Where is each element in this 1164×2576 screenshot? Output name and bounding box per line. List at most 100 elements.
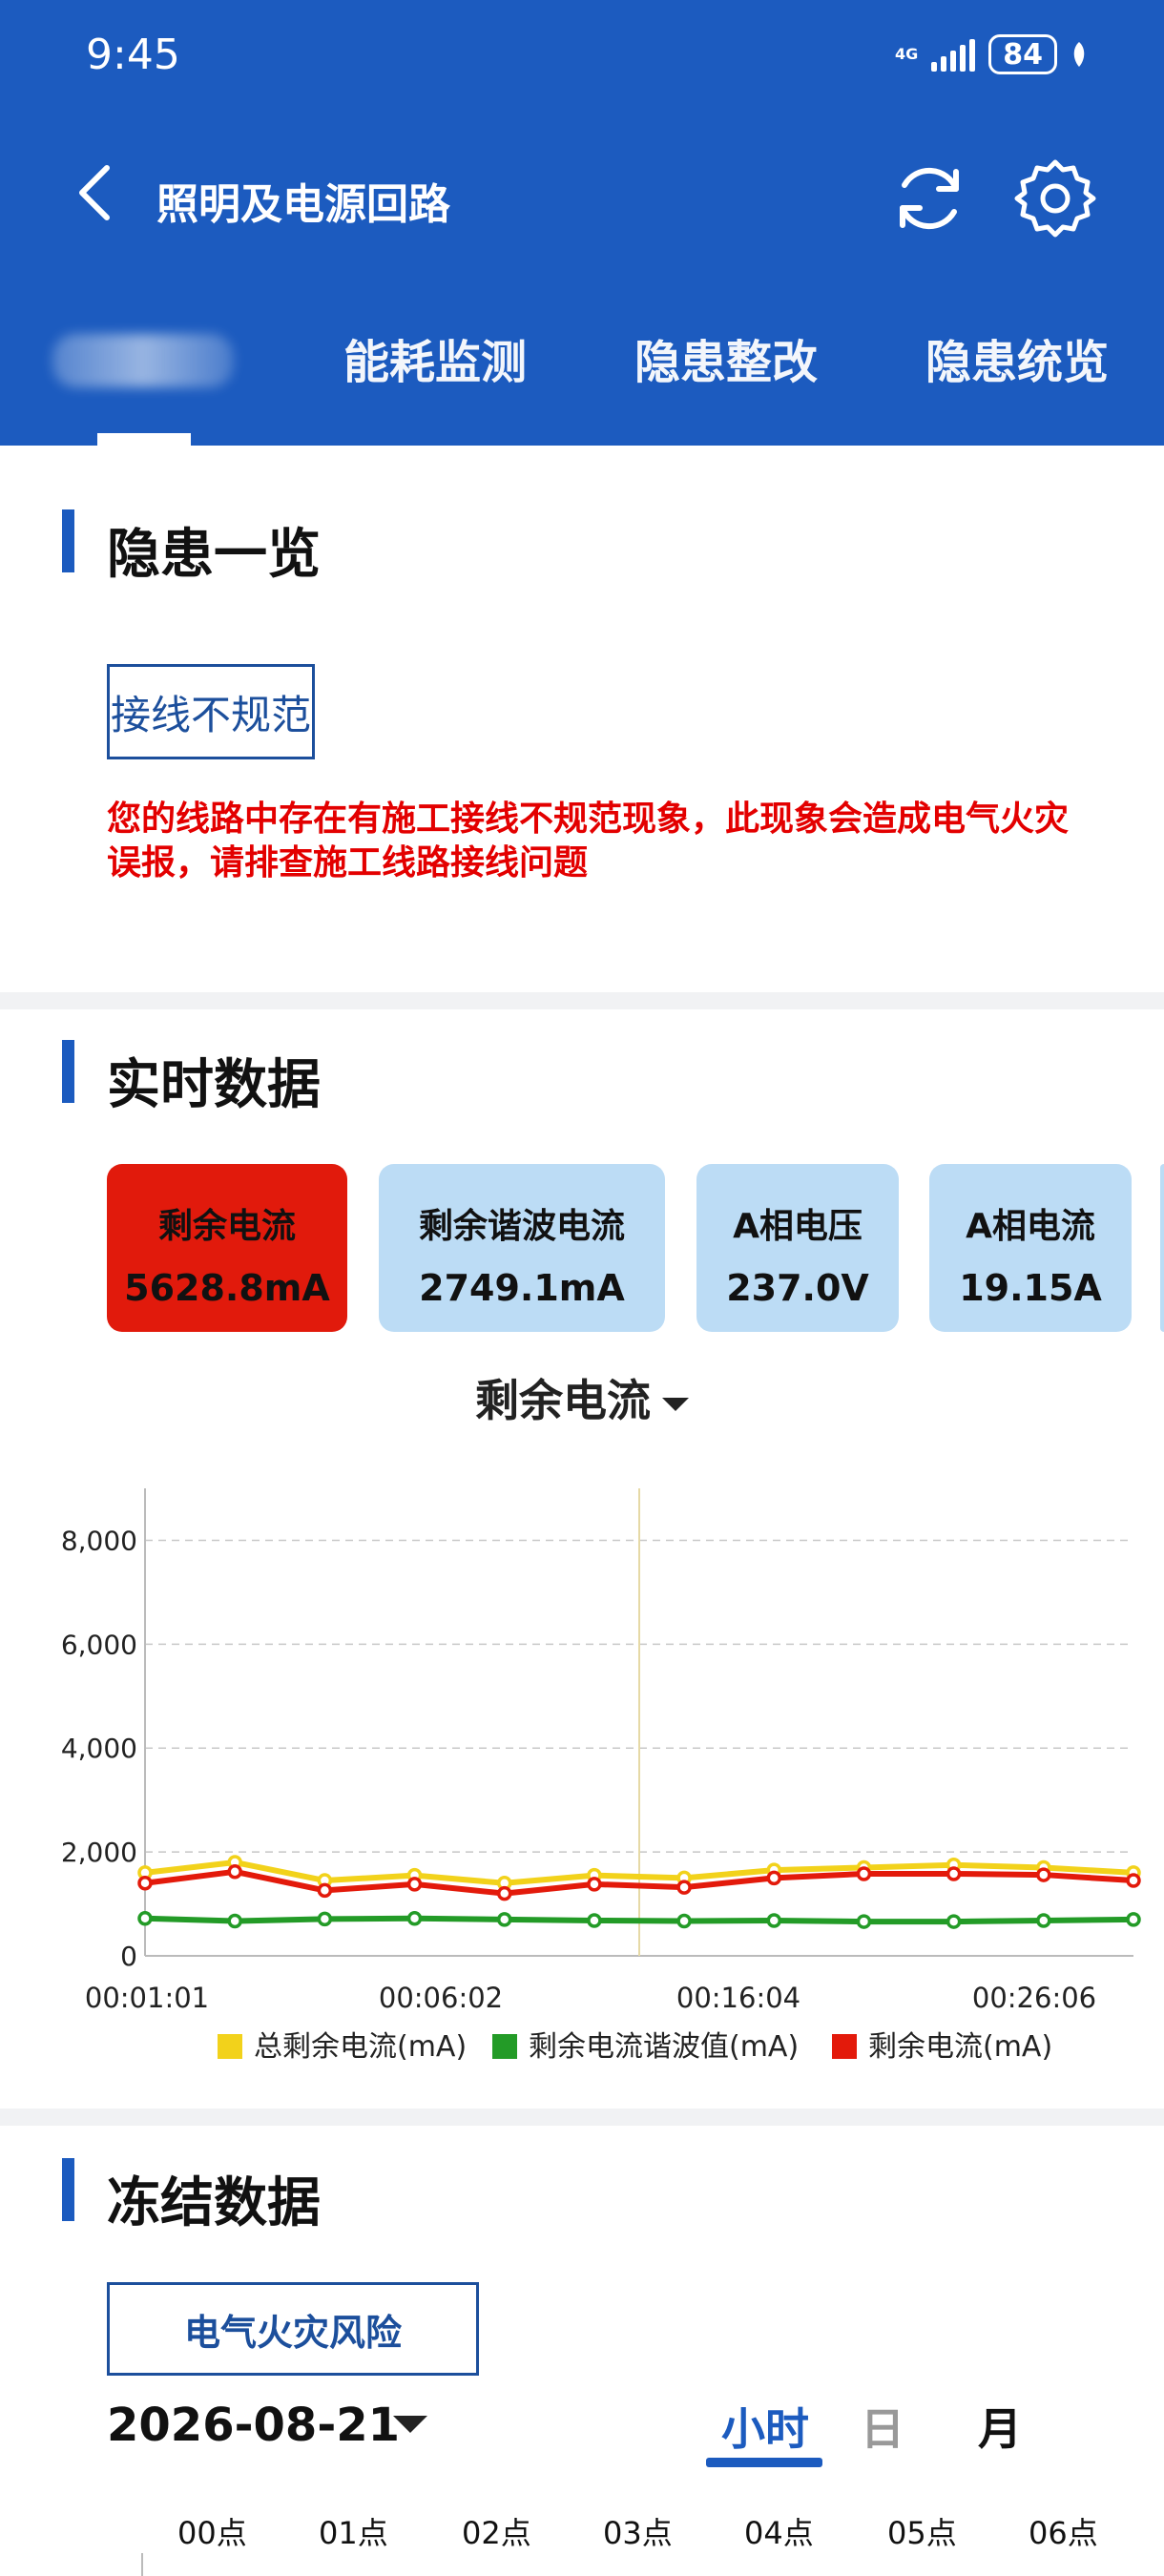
series-line — [144, 1915, 1134, 1925]
hour-label: 00点 — [177, 2515, 247, 2551]
x-tick-label: 00:16:04 — [676, 1982, 800, 2014]
y-tick-label: 6,000 — [61, 1629, 137, 1660]
x-tick-label: 00:26:06 — [972, 1982, 1096, 2014]
hazard-tag-button[interactable]: 接线不规范 — [107, 664, 315, 759]
tab-hazard-rectification[interactable]: 隐患整改 — [634, 324, 818, 391]
data-point — [946, 1914, 962, 1929]
data-point — [496, 1885, 512, 1901]
hazard-warning-line: 误报，请排查施工线路接线问题 — [107, 843, 589, 883]
section-divider — [0, 992, 1164, 1009]
data-point — [1036, 1867, 1051, 1882]
data-point — [496, 1912, 512, 1927]
period-tab-indicator — [706, 2458, 822, 2467]
period-tab-day[interactable]: 日 — [861, 2395, 904, 2458]
date-picker[interactable]: 2026-08-21 — [107, 2399, 400, 2452]
frozen-title: 冻结数据 — [107, 2172, 321, 2234]
signal-icon — [931, 37, 976, 72]
status-time: 9:45 — [86, 31, 180, 79]
legend-swatch — [218, 2034, 242, 2059]
status-bar-icons: 4G 84 — [895, 34, 1088, 74]
data-point — [856, 1914, 872, 1929]
data-point — [317, 1911, 333, 1927]
metric-value: 5628.8mA — [124, 1267, 330, 1309]
data-point — [227, 1913, 242, 1929]
metric-selector-dropdown[interactable]: 剩余电流 — [0, 1366, 1164, 1429]
section-divider — [0, 2109, 1164, 2126]
data-point — [406, 1911, 423, 1926]
data-point — [676, 1880, 692, 1895]
leaf-icon — [1073, 42, 1085, 67]
data-point — [1126, 1873, 1141, 1888]
legend-swatch — [832, 2034, 857, 2059]
tab-energy-monitoring[interactable]: 能耗监测 — [343, 324, 527, 391]
metric-card-phase-a-voltage[interactable]: A相电压 237.0V — [696, 1164, 899, 1332]
data-point — [1036, 1913, 1051, 1928]
page-title: 照明及电源回路 — [156, 180, 450, 229]
metric-card-overflow-hint — [1160, 1164, 1164, 1332]
fire-risk-button[interactable]: 电气火灾风险 — [107, 2282, 479, 2376]
metric-selector-label: 剩余电流 — [475, 1375, 651, 1426]
hazards-title: 隐患一览 — [107, 524, 321, 586]
y-tick-label: 2,000 — [61, 1837, 137, 1868]
data-point — [766, 1913, 782, 1928]
y-tick-label: 0 — [120, 1941, 137, 1972]
y-tick-label: 8,000 — [61, 1525, 137, 1556]
legend-label: 总剩余电流(mA) — [254, 2030, 467, 2064]
hour-label: 04点 — [744, 2515, 814, 2551]
section-marker — [62, 1040, 74, 1103]
data-point — [856, 1866, 872, 1881]
hour-label: 01点 — [319, 2515, 388, 2551]
data-point — [766, 1870, 782, 1886]
tab-bar: 能耗监测 隐患整改 隐患统览 — [0, 315, 1164, 401]
settings-gear-icon[interactable] — [1013, 156, 1097, 240]
legend-label: 剩余电流(mA) — [868, 2030, 1052, 2064]
data-point — [317, 1882, 333, 1899]
battery-level: 84 — [1003, 37, 1043, 72]
app-header: 9:45 4G 84 照明及电源回路 能耗监测 隐患整改 隐患统览 — [0, 0, 1164, 446]
metric-label: 剩余电流 — [157, 1207, 296, 1246]
realtime-line-chart: 0 2,000 4,000 6,000 8,000 00:01:01 00:06:02 00:… — [61, 1488, 1141, 2064]
hour-label: 02点 — [462, 2515, 531, 2551]
x-tick-label: 00:01:01 — [85, 1982, 209, 2014]
data-point — [1126, 1912, 1141, 1927]
x-tick-label: 00:06:02 — [379, 1982, 503, 2014]
period-tab-month[interactable]: 月 — [978, 2395, 1022, 2458]
hour-label: 03点 — [603, 2515, 673, 2551]
data-point — [227, 1864, 242, 1880]
metric-value: 19.15A — [959, 1267, 1102, 1309]
data-point — [946, 1866, 962, 1881]
active-tab-indicator — [97, 433, 191, 446]
back-arrow-icon[interactable] — [74, 162, 116, 223]
frozen-chart-axis — [141, 2553, 143, 2576]
data-point — [587, 1913, 602, 1928]
refresh-icon[interactable] — [887, 156, 971, 240]
battery-icon: 84 — [988, 34, 1057, 74]
section-marker — [62, 509, 74, 572]
data-point — [406, 1877, 423, 1892]
metric-card-harmonic-current[interactable]: 剩余谐波电流 2749.1mA — [379, 1164, 665, 1332]
y-tick-label: 4,000 — [61, 1733, 137, 1764]
hazard-warning-text: 您的线路中存在有施工接线不规范现象，此现象会造成电气火灾 误报，请排查施工线路接… — [107, 798, 1156, 885]
data-point — [587, 1877, 602, 1892]
metric-label: A相电压 — [733, 1207, 863, 1246]
hazard-warning-line: 您的线路中存在有施工接线不规范现象，此现象会造成电气火灾 — [107, 800, 1070, 839]
data-point — [137, 1876, 153, 1891]
tab-blurred[interactable] — [52, 334, 234, 387]
dropdown-arrow-icon — [662, 1397, 689, 1411]
hour-label: 05点 — [887, 2515, 957, 2551]
metric-value: 237.0V — [726, 1267, 869, 1309]
metric-label: 剩余谐波电流 — [418, 1207, 625, 1246]
metric-label: A相电流 — [966, 1207, 1095, 1246]
network-type: 4G — [894, 45, 919, 63]
date-dropdown-icon[interactable] — [393, 2416, 427, 2433]
metric-card-phase-a-current[interactable]: A相电流 19.15A — [929, 1164, 1132, 1332]
legend-swatch — [492, 2034, 517, 2059]
realtime-title: 实时数据 — [107, 1054, 321, 1116]
data-point — [137, 1911, 153, 1926]
data-point — [676, 1913, 692, 1929]
metric-card-residual-current[interactable]: 剩余电流 5628.8mA — [107, 1164, 347, 1332]
period-tab-hour[interactable]: 小时 — [721, 2395, 809, 2458]
section-marker — [62, 2158, 74, 2221]
hour-label: 06点 — [1029, 2515, 1098, 2551]
tab-hazard-overview[interactable]: 隐患统览 — [925, 324, 1109, 391]
